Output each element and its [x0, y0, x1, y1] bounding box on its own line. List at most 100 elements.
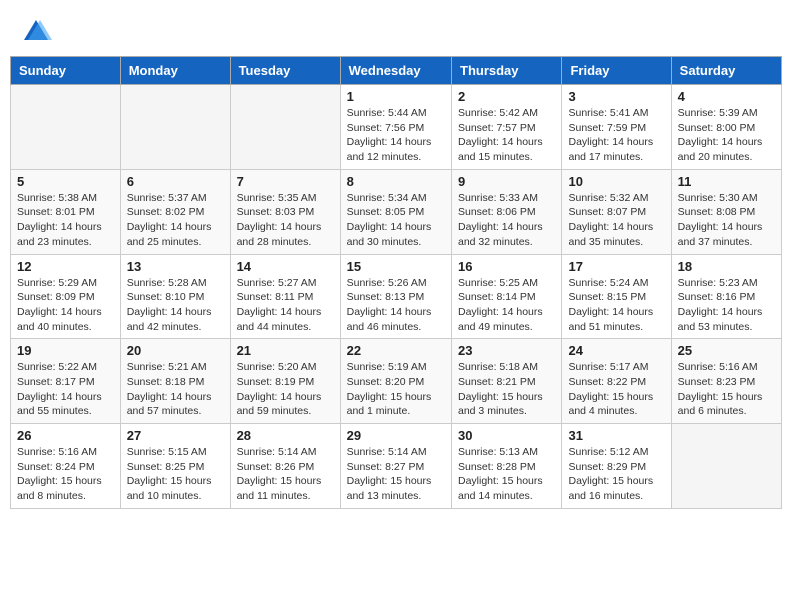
day-number: 30 [458, 428, 555, 443]
day-cell: 8Sunrise: 5:34 AM Sunset: 8:05 PM Daylig… [340, 169, 451, 254]
day-number: 21 [237, 343, 334, 358]
calendar-wrapper: SundayMondayTuesdayWednesdayThursdayFrid… [0, 56, 792, 519]
day-cell: 6 Sunrise: 5:37 AM Sunset: 8:02 PM Daylig… [120, 169, 230, 254]
day-cell: 2 Sunrise: 5:42 AM Sunset: 7:57 PM Daylig… [452, 85, 562, 170]
day-number: 6 [127, 174, 224, 189]
day-number: 16 [458, 259, 555, 274]
day-info: Sunrise: 5:17 AM Sunset: 8:22 PM Dayligh… [568, 360, 664, 419]
week-row-5: 26 Sunrise: 5:16 AM Sunset: 8:24 PM Dayli… [11, 424, 782, 509]
day-cell: 13 Sunrise: 5:28 AM Sunset: 8:10 PM Dayli… [120, 254, 230, 339]
day-info: Sunrise: 5:22 AM Sunset: 8:17 PM Dayligh… [17, 360, 114, 419]
day-cell: 5 Sunrise: 5:38 AM Sunset: 8:01 PM Daylig… [11, 169, 121, 254]
day-cell: 10 Sunrise: 5:32 AM Sunset: 8:07 PM Dayli… [562, 169, 671, 254]
day-cell: 22Sunrise: 5:19 AM Sunset: 8:20 PM Dayli… [340, 339, 451, 424]
day-number: 10 [568, 174, 664, 189]
day-info: Sunrise: 5:23 AM Sunset: 8:16 PM Dayligh… [678, 276, 775, 335]
day-cell: 19 Sunrise: 5:22 AM Sunset: 8:17 PM Dayli… [11, 339, 121, 424]
day-number: 4 [678, 89, 775, 104]
day-number: 11 [678, 174, 775, 189]
day-number: 15 [347, 259, 445, 274]
day-info: Sunrise: 5:38 AM Sunset: 8:01 PM Dayligh… [17, 191, 114, 250]
weekday-header-tuesday: Tuesday [230, 57, 340, 85]
day-number: 28 [237, 428, 334, 443]
calendar-header-row: SundayMondayTuesdayWednesdayThursdayFrid… [11, 57, 782, 85]
day-cell: 31 Sunrise: 5:12 AM Sunset: 8:29 PM Dayli… [562, 424, 671, 509]
day-number: 17 [568, 259, 664, 274]
day-cell: 25 Sunrise: 5:16 AM Sunset: 8:23 PM Dayli… [671, 339, 781, 424]
day-info: Sunrise: 5:32 AM Sunset: 8:07 PM Dayligh… [568, 191, 664, 250]
weekday-header-monday: Monday [120, 57, 230, 85]
day-number: 14 [237, 259, 334, 274]
day-info: Sunrise: 5:37 AM Sunset: 8:02 PM Dayligh… [127, 191, 224, 250]
day-info: Sunrise: 5:19 AM Sunset: 8:20 PM Dayligh… [347, 360, 445, 419]
day-info: Sunrise: 5:24 AM Sunset: 8:15 PM Dayligh… [568, 276, 664, 335]
day-cell: 29Sunrise: 5:14 AM Sunset: 8:27 PM Dayli… [340, 424, 451, 509]
day-cell: 12Sunrise: 5:29 AM Sunset: 8:09 PM Dayli… [11, 254, 121, 339]
day-number: 19 [17, 343, 114, 358]
day-cell: 17 Sunrise: 5:24 AM Sunset: 8:15 PM Dayli… [562, 254, 671, 339]
day-info: Sunrise: 5:12 AM Sunset: 8:29 PM Dayligh… [568, 445, 664, 504]
weekday-header-wednesday: Wednesday [340, 57, 451, 85]
day-info: Sunrise: 5:39 AM Sunset: 8:00 PM Dayligh… [678, 106, 775, 165]
day-cell: 15 Sunrise: 5:26 AM Sunset: 8:13 PM Dayli… [340, 254, 451, 339]
day-info: Sunrise: 5:14 AM Sunset: 8:27 PM Dayligh… [347, 445, 445, 504]
day-info: Sunrise: 5:18 AM Sunset: 8:21 PM Dayligh… [458, 360, 555, 419]
day-info: Sunrise: 5:29 AM Sunset: 8:09 PM Dayligh… [17, 276, 114, 335]
day-number: 20 [127, 343, 224, 358]
day-info: Sunrise: 5:28 AM Sunset: 8:10 PM Dayligh… [127, 276, 224, 335]
day-info: Sunrise: 5:13 AM Sunset: 8:28 PM Dayligh… [458, 445, 555, 504]
day-number: 24 [568, 343, 664, 358]
day-number: 2 [458, 89, 555, 104]
day-cell: 30 Sunrise: 5:13 AM Sunset: 8:28 PM Dayli… [452, 424, 562, 509]
day-cell: 20 Sunrise: 5:21 AM Sunset: 8:18 PM Dayli… [120, 339, 230, 424]
day-cell: 9Sunrise: 5:33 AM Sunset: 8:06 PM Daylig… [452, 169, 562, 254]
day-cell [671, 424, 781, 509]
day-info: Sunrise: 5:15 AM Sunset: 8:25 PM Dayligh… [127, 445, 224, 504]
day-number: 25 [678, 343, 775, 358]
day-number: 23 [458, 343, 555, 358]
day-info: Sunrise: 5:30 AM Sunset: 8:08 PM Dayligh… [678, 191, 775, 250]
day-number: 5 [17, 174, 114, 189]
weekday-header-thursday: Thursday [452, 57, 562, 85]
day-cell: 26 Sunrise: 5:16 AM Sunset: 8:24 PM Dayli… [11, 424, 121, 509]
weekday-header-friday: Friday [562, 57, 671, 85]
week-row-2: 5 Sunrise: 5:38 AM Sunset: 8:01 PM Daylig… [11, 169, 782, 254]
day-number: 26 [17, 428, 114, 443]
day-cell: 16 Sunrise: 5:25 AM Sunset: 8:14 PM Dayli… [452, 254, 562, 339]
day-cell: 27 Sunrise: 5:15 AM Sunset: 8:25 PM Dayli… [120, 424, 230, 509]
week-row-1: 1 Sunrise: 5:44 AM Sunset: 7:56 PM Daylig… [11, 85, 782, 170]
day-cell [120, 85, 230, 170]
day-info: Sunrise: 5:16 AM Sunset: 8:24 PM Dayligh… [17, 445, 114, 504]
day-cell: 11 Sunrise: 5:30 AM Sunset: 8:08 PM Dayli… [671, 169, 781, 254]
day-info: Sunrise: 5:35 AM Sunset: 8:03 PM Dayligh… [237, 191, 334, 250]
day-number: 8 [347, 174, 445, 189]
day-cell: 23 Sunrise: 5:18 AM Sunset: 8:21 PM Dayli… [452, 339, 562, 424]
day-cell: 21 Sunrise: 5:20 AM Sunset: 8:19 PM Dayli… [230, 339, 340, 424]
day-cell [11, 85, 121, 170]
day-cell: 3 Sunrise: 5:41 AM Sunset: 7:59 PM Daylig… [562, 85, 671, 170]
day-number: 3 [568, 89, 664, 104]
day-info: Sunrise: 5:21 AM Sunset: 8:18 PM Dayligh… [127, 360, 224, 419]
day-cell [230, 85, 340, 170]
day-info: Sunrise: 5:25 AM Sunset: 8:14 PM Dayligh… [458, 276, 555, 335]
day-info: Sunrise: 5:14 AM Sunset: 8:26 PM Dayligh… [237, 445, 334, 504]
day-info: Sunrise: 5:42 AM Sunset: 7:57 PM Dayligh… [458, 106, 555, 165]
day-info: Sunrise: 5:26 AM Sunset: 8:13 PM Dayligh… [347, 276, 445, 335]
day-number: 27 [127, 428, 224, 443]
day-number: 31 [568, 428, 664, 443]
day-info: Sunrise: 5:16 AM Sunset: 8:23 PM Dayligh… [678, 360, 775, 419]
day-cell: 7 Sunrise: 5:35 AM Sunset: 8:03 PM Daylig… [230, 169, 340, 254]
day-number: 18 [678, 259, 775, 274]
logo [20, 16, 56, 48]
day-number: 7 [237, 174, 334, 189]
day-number: 1 [347, 89, 445, 104]
logo-icon [20, 16, 52, 48]
week-row-3: 12Sunrise: 5:29 AM Sunset: 8:09 PM Dayli… [11, 254, 782, 339]
day-cell: 4 Sunrise: 5:39 AM Sunset: 8:00 PM Daylig… [671, 85, 781, 170]
day-info: Sunrise: 5:44 AM Sunset: 7:56 PM Dayligh… [347, 106, 445, 165]
day-cell: 1 Sunrise: 5:44 AM Sunset: 7:56 PM Daylig… [340, 85, 451, 170]
day-number: 13 [127, 259, 224, 274]
day-info: Sunrise: 5:20 AM Sunset: 8:19 PM Dayligh… [237, 360, 334, 419]
day-info: Sunrise: 5:41 AM Sunset: 7:59 PM Dayligh… [568, 106, 664, 165]
day-cell: 24 Sunrise: 5:17 AM Sunset: 8:22 PM Dayli… [562, 339, 671, 424]
